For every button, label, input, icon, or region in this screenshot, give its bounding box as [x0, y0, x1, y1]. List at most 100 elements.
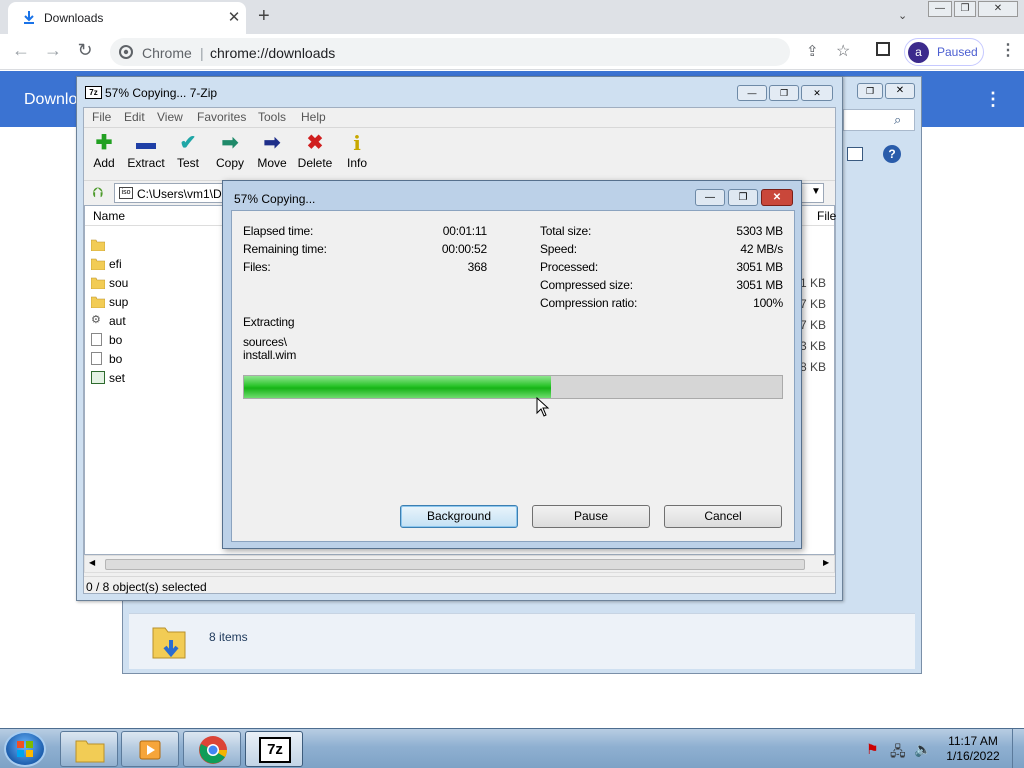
- row-name: sup: [109, 295, 129, 309]
- explorer-details-pane: 8 items: [129, 613, 915, 669]
- dialog-maximize-button[interactable]: ❐: [728, 189, 758, 206]
- profile-button[interactable]: a Paused: [904, 38, 984, 66]
- folder-icon: [91, 239, 105, 251]
- background-button[interactable]: Background: [400, 505, 518, 528]
- chrome-menu-icon[interactable]: ⋮: [1000, 40, 1016, 60]
- download-icon: [24, 11, 34, 24]
- volume-icon[interactable]: 🔈: [914, 741, 931, 758]
- reload-icon[interactable]: ↻: [74, 40, 96, 64]
- network-icon[interactable]: 🖧: [890, 741, 906, 765]
- menu-edit[interactable]: Edit: [124, 110, 145, 124]
- side-panel-icon[interactable]: [876, 42, 890, 56]
- omnibox-separator: |: [200, 45, 204, 61]
- address-bar[interactable]: Chrome | chrome://downloads: [110, 38, 790, 66]
- minimize-button[interactable]: —: [928, 1, 952, 17]
- move-button[interactable]: ➡ Move: [250, 132, 294, 170]
- explorer-close-button[interactable]: ✕: [885, 83, 915, 99]
- folder-icon: [91, 277, 105, 289]
- folder-icon: [91, 258, 105, 270]
- delete-button[interactable]: ✖ Delete: [293, 132, 337, 170]
- files-label: Files:: [243, 260, 271, 274]
- gear-file-icon: ⚙: [91, 314, 101, 326]
- taskbar-explorer[interactable]: [60, 731, 118, 767]
- compressed-size-label: Compressed size:: [540, 278, 633, 292]
- tab-close-icon[interactable]: ✕: [224, 8, 244, 28]
- system-clock[interactable]: 11:17 AM 1/16/2022: [944, 734, 1002, 764]
- column-name[interactable]: Name: [93, 209, 125, 223]
- progress-bar: [243, 375, 783, 399]
- dialog-minimize-button[interactable]: —: [695, 189, 725, 206]
- explorer-restore-button[interactable]: ❐: [857, 83, 883, 99]
- elapsed-label: Elapsed time:: [243, 224, 314, 238]
- forward-arrow-icon[interactable]: →: [42, 40, 64, 64]
- column-file[interactable]: File: [817, 209, 836, 223]
- maximize-button[interactable]: ❐: [769, 85, 799, 101]
- test-label: Test: [176, 156, 199, 170]
- row-name: sou: [109, 276, 129, 290]
- file-icon: [91, 352, 102, 365]
- clock-time: 11:17 AM: [948, 734, 998, 748]
- status-text: 0 / 8 object(s) selected: [86, 580, 207, 594]
- scroll-left-icon[interactable]: ◀: [89, 558, 95, 567]
- tab-search-chevron-icon[interactable]: ⌄: [898, 9, 907, 22]
- row-name: efi: [109, 257, 122, 271]
- menu-view[interactable]: View: [157, 110, 183, 124]
- minus-icon: ▬: [136, 132, 156, 154]
- extract-button[interactable]: ▬ Extract: [124, 132, 168, 170]
- close-button[interactable]: ✕: [801, 85, 833, 101]
- taskbar: 7z ⚑ 🖧 🔈 11:17 AM 1/16/2022: [0, 728, 1024, 768]
- start-button[interactable]: [4, 731, 46, 767]
- row-name: bo: [109, 352, 123, 366]
- check-icon: ✔: [179, 132, 197, 154]
- menu-file[interactable]: File: [92, 110, 111, 124]
- dialog-body: Elapsed time: 00:01:11 Remaining time: 0…: [231, 210, 795, 542]
- menu-tools[interactable]: Tools: [258, 110, 286, 124]
- bookmark-star-icon[interactable]: ☆: [836, 41, 850, 61]
- scroll-thumb[interactable]: [105, 559, 805, 570]
- explorer-search-input[interactable]: ⌕: [843, 109, 915, 131]
- action-center-flag-icon[interactable]: ⚑: [866, 741, 879, 758]
- preview-pane-icon[interactable]: [847, 147, 863, 161]
- path-dropdown-icon[interactable]: ▼: [811, 186, 821, 197]
- progress-dialog: 57% Copying... — ❐ ✕ Elapsed time: 00:01…: [222, 180, 802, 549]
- test-button[interactable]: ✔ Test: [166, 132, 210, 170]
- scroll-right-icon[interactable]: ▶: [823, 558, 829, 567]
- taskbar-media-player[interactable]: [121, 731, 179, 767]
- new-tab-button[interactable]: +: [258, 5, 270, 28]
- dialog-close-button[interactable]: ✕: [761, 189, 793, 206]
- taskbar-chrome[interactable]: [183, 731, 241, 767]
- restore-button[interactable]: ❐: [954, 1, 976, 17]
- chrome-logo-icon: [119, 45, 133, 59]
- chrome-toolbar: ← → ↻ Chrome | chrome://downloads ⇪ ☆ a …: [0, 34, 1024, 70]
- add-button[interactable]: ✚ Add: [82, 132, 126, 170]
- minimize-button[interactable]: —: [737, 85, 767, 101]
- taskbar-7zip[interactable]: 7z: [245, 731, 303, 767]
- show-desktop-button[interactable]: [1012, 729, 1024, 768]
- folder-up-icon[interactable]: ⮉: [90, 184, 106, 200]
- chrome-icon: [199, 736, 227, 764]
- menu-help[interactable]: Help: [301, 110, 326, 124]
- tab-downloads[interactable]: Downloads ✕: [8, 2, 246, 34]
- compression-ratio-label: Compression ratio:: [540, 296, 638, 310]
- share-icon[interactable]: ⇪: [806, 42, 819, 60]
- copy-label: Copy: [215, 156, 244, 170]
- info-button[interactable]: i Info: [335, 132, 379, 170]
- omnibox-chip-label: Chrome: [142, 45, 192, 61]
- row-name: bo: [109, 333, 123, 347]
- info-label: Info: [346, 156, 367, 170]
- move-label: Move: [257, 156, 287, 170]
- window-title: 57% Copying... 7-Zip: [105, 86, 218, 100]
- menu-favorites[interactable]: Favorites: [197, 110, 246, 124]
- current-path-dir: sources\: [243, 335, 287, 349]
- cancel-button[interactable]: Cancel: [664, 505, 782, 528]
- help-icon[interactable]: ?: [883, 145, 901, 163]
- setup-app-icon: [91, 371, 105, 384]
- horizontal-scrollbar[interactable]: ◀ ▶: [84, 555, 835, 573]
- progress-fill: [244, 376, 551, 398]
- copy-button[interactable]: ➡ Copy: [208, 132, 252, 170]
- copy-arrow-icon: ➡: [221, 132, 239, 154]
- back-arrow-icon[interactable]: ←: [10, 40, 32, 64]
- close-button[interactable]: ✕: [978, 1, 1018, 17]
- pause-button[interactable]: Pause: [532, 505, 650, 528]
- downloads-menu-icon[interactable]: ⋮: [984, 89, 1002, 110]
